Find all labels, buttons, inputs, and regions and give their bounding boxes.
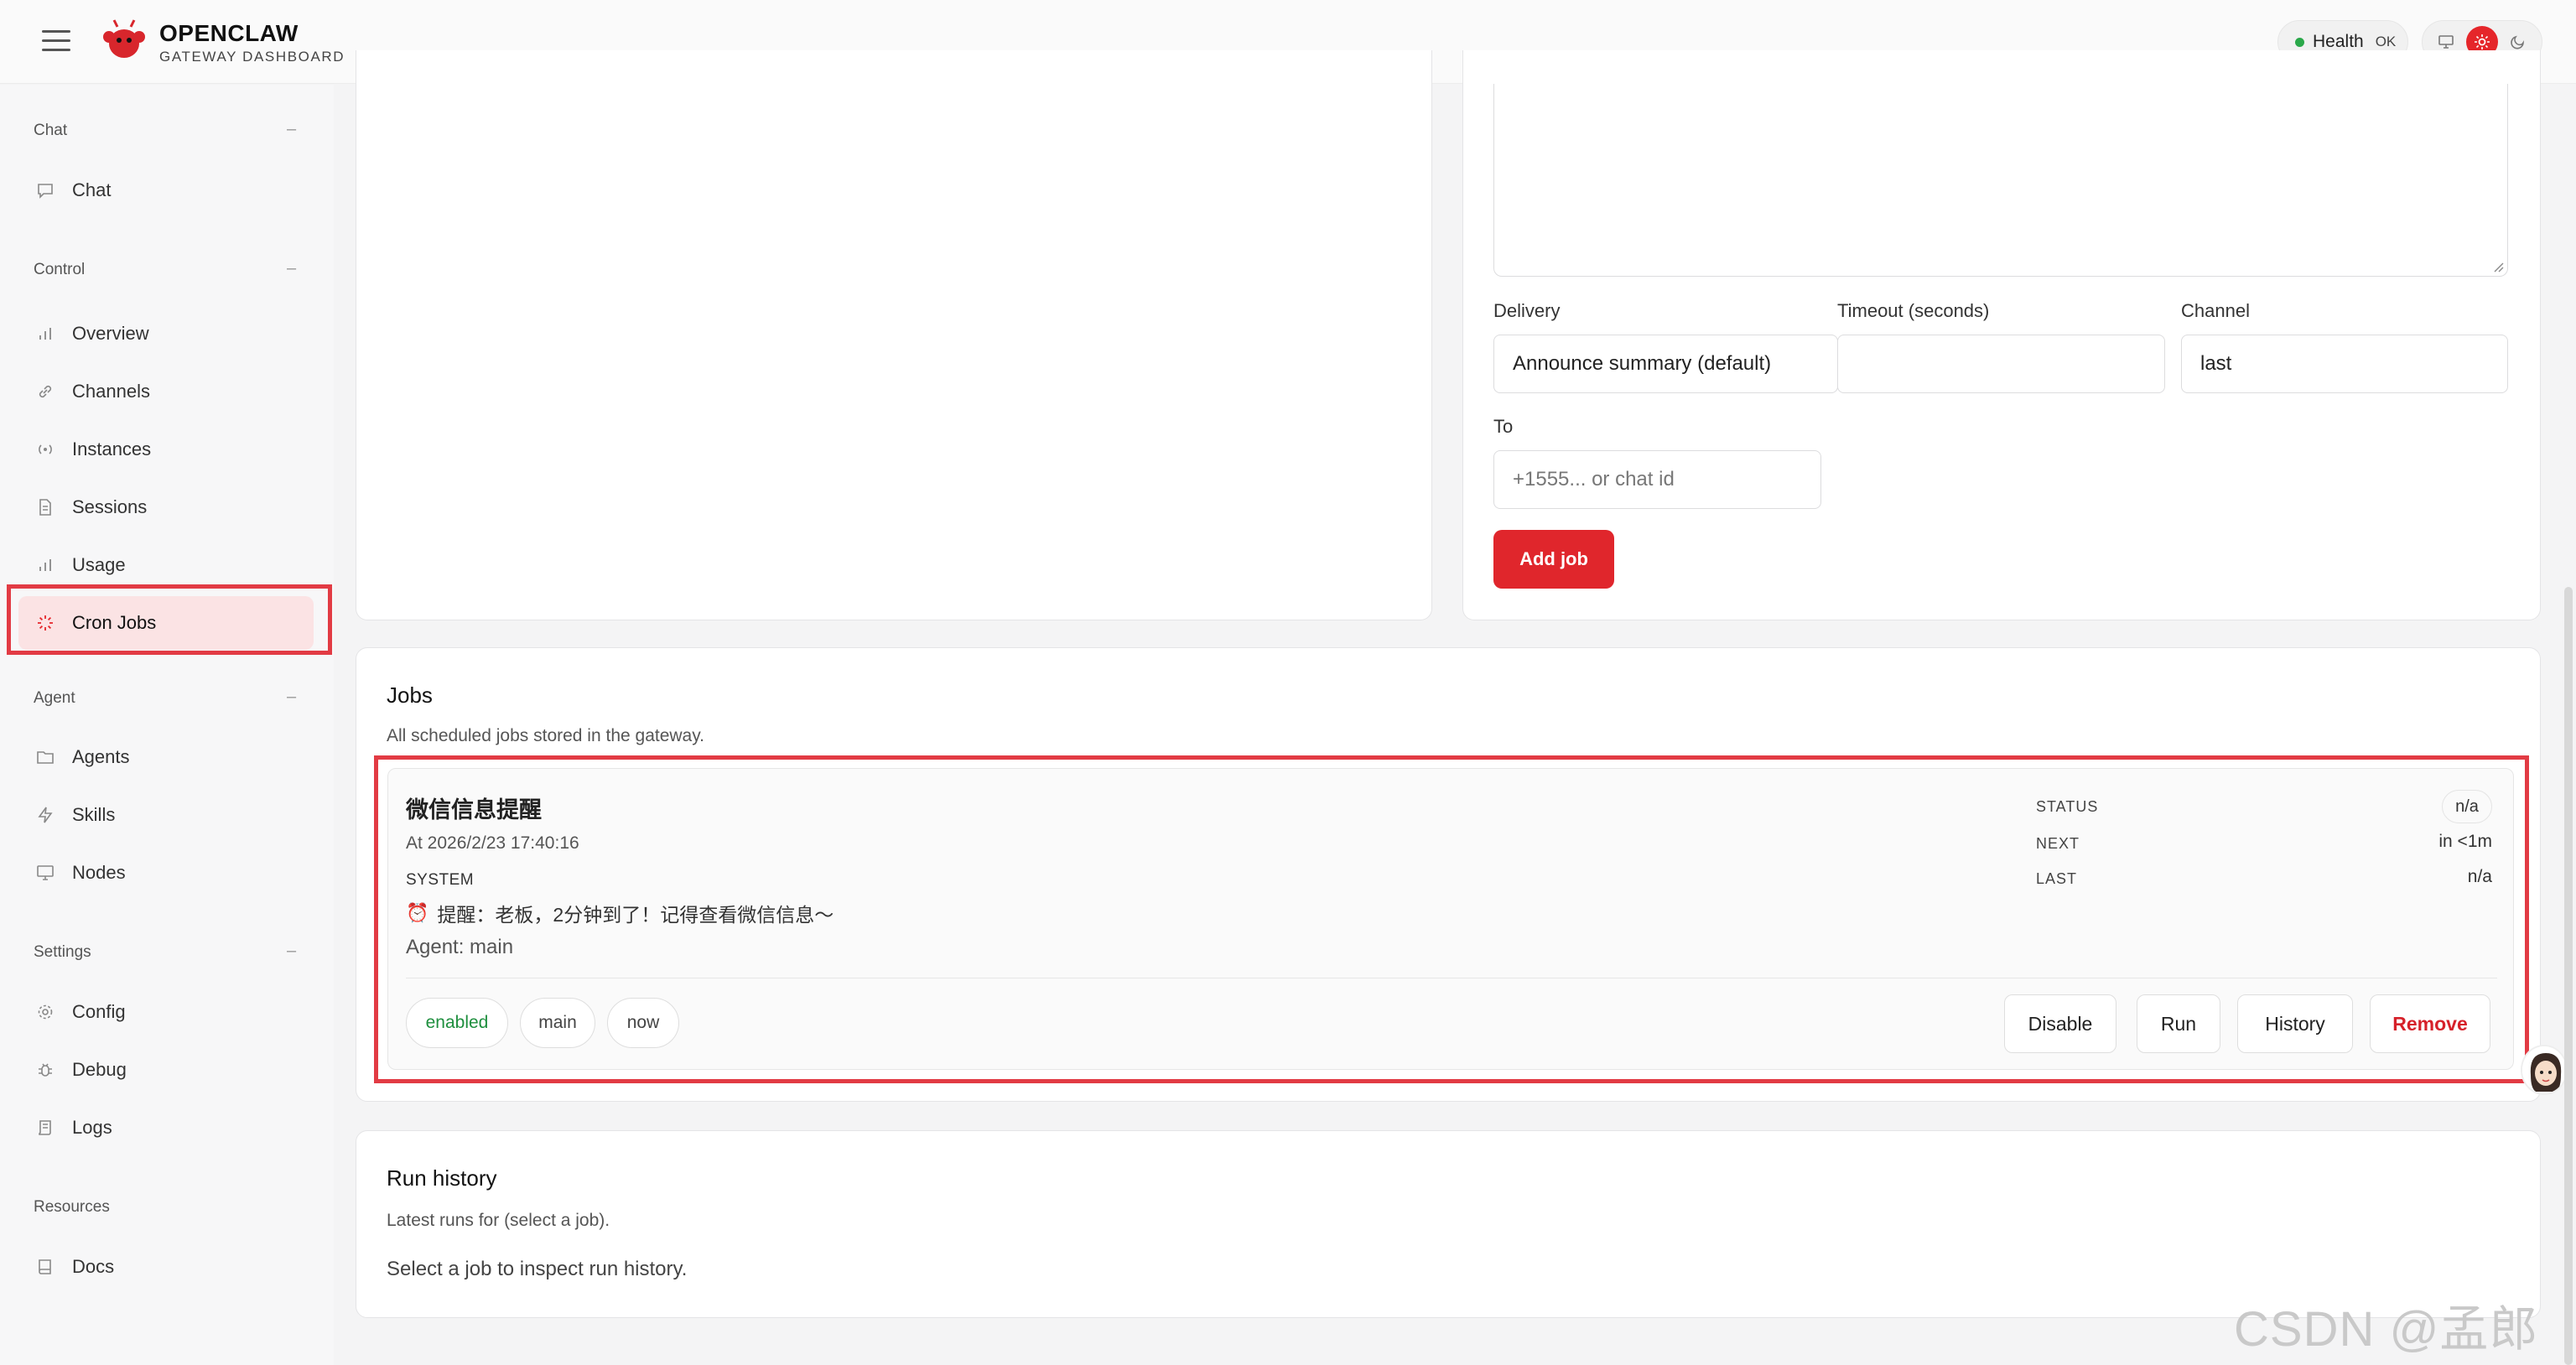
document-icon: [35, 497, 55, 517]
watermark: CSDN @孟郎郎: [2234, 1302, 2539, 1357]
sidebar-item-config[interactable]: Config: [18, 985, 314, 1039]
highlight-outline: [7, 584, 332, 655]
collapse-icon[interactable]: –: [287, 942, 296, 961]
to-input[interactable]: +1555... or chat id: [1493, 450, 1821, 509]
job-agent: Agent: main: [406, 936, 514, 958]
jobs-title: Jobs: [387, 682, 433, 708]
history-button[interactable]: History: [2237, 994, 2353, 1053]
openclaw-logo: [103, 19, 145, 58]
collapse-icon[interactable]: –: [287, 259, 296, 278]
sidebar-item-label: Channels: [72, 381, 150, 402]
job-kind: SYSTEM: [406, 871, 475, 889]
sidebar-item-label: Logs: [72, 1117, 112, 1138]
book-icon: [35, 1257, 55, 1277]
bug-icon: [35, 1060, 55, 1080]
sidebar: Chat – Chat Control – Overview Channels …: [0, 85, 334, 1365]
sidebar-item-logs[interactable]: Logs: [18, 1101, 314, 1155]
remove-button[interactable]: Remove: [2370, 994, 2490, 1053]
sidebar-item-nodes[interactable]: Nodes: [18, 846, 314, 900]
resize-grip-icon[interactable]: [2490, 259, 2504, 272]
chat-bubble-icon: [35, 180, 55, 200]
section-title-chat: Chat: [34, 122, 68, 139]
run-history-card: [356, 1130, 2541, 1318]
channel-input[interactable]: last: [2181, 335, 2508, 393]
sidebar-item-chat[interactable]: Chat: [18, 163, 314, 217]
job-schedule: At 2026/2/23 17:40:16: [406, 833, 579, 853]
bar-chart-icon: [35, 555, 55, 575]
next-value: in <1m: [2438, 832, 2492, 851]
job-message-text: 提醒：老板，2分钟到了！记得查看微信信息～: [437, 904, 834, 926]
to-label: To: [1493, 416, 1514, 437]
job-message: ⏰ 提醒：老板，2分钟到了！记得查看微信信息～: [406, 899, 834, 927]
section-title-agent: Agent: [34, 689, 75, 707]
delivery-select[interactable]: Announce summary (default): [1493, 335, 1838, 393]
status-dot-icon: [2295, 37, 2304, 47]
run-history-title: Run history: [387, 1165, 497, 1191]
run-history-empty: Select a job to inspect run history.: [387, 1258, 688, 1280]
sidebar-item-overview[interactable]: Overview: [18, 307, 314, 361]
run-button[interactable]: Run: [2137, 994, 2220, 1053]
disable-button[interactable]: Disable: [2004, 994, 2116, 1053]
hamburger-menu-icon[interactable]: [42, 30, 70, 54]
timeout-label: Timeout (seconds): [1837, 300, 1990, 321]
sidebar-item-label: Sessions: [72, 496, 148, 517]
sidebar-item-label: Chat: [72, 179, 112, 200]
sidebar-item-label: Skills: [72, 804, 116, 825]
monitor-icon: [35, 863, 55, 883]
health-value: OK: [2375, 34, 2397, 49]
payload-textarea[interactable]: [1493, 84, 2508, 277]
section-title-resources: Resources: [34, 1198, 110, 1216]
job-name: 微信信息提醒: [406, 797, 542, 823]
sidebar-item-agents[interactable]: Agents: [18, 730, 314, 784]
folder-icon: [35, 747, 55, 767]
section-title-settings: Settings: [34, 943, 91, 961]
assistant-avatar[interactable]: [2521, 1045, 2568, 1095]
brand-subtitle: GATEWAY DASHBOARD: [159, 49, 345, 65]
sidebar-item-sessions[interactable]: Sessions: [18, 480, 314, 534]
sidebar-item-label: Docs: [72, 1256, 115, 1277]
sidebar-item-docs[interactable]: Docs: [18, 1240, 314, 1294]
alarm-clock-icon: ⏰: [406, 902, 429, 923]
timeout-input[interactable]: [1837, 335, 2165, 393]
channel-label: Channel: [2181, 300, 2250, 321]
run-history-subtitle: Latest runs for (select a job).: [387, 1211, 610, 1230]
scrollbar[interactable]: [2564, 587, 2573, 1365]
scroll-icon: [35, 1118, 55, 1138]
link-icon: [35, 381, 55, 402]
chip-enabled: enabled: [406, 998, 508, 1048]
sidebar-item-label: Usage: [72, 554, 126, 575]
sidebar-item-debug[interactable]: Debug: [18, 1043, 314, 1097]
gear-icon: [35, 1002, 55, 1022]
section-title-control: Control: [34, 261, 86, 278]
sidebar-item-instances[interactable]: Instances: [18, 423, 314, 476]
last-value: n/a: [2467, 867, 2492, 886]
bar-chart-icon: [35, 324, 55, 344]
last-label: LAST: [2036, 870, 2078, 887]
sidebar-item-label: Instances: [72, 439, 152, 459]
status-badge: n/a: [2442, 790, 2492, 823]
sidebar-item-channels[interactable]: Channels: [18, 365, 314, 418]
lightning-icon: [35, 805, 55, 825]
sidebar-item-label: Config: [72, 1001, 126, 1022]
chip-schedule: now: [607, 998, 679, 1048]
next-label: NEXT: [2036, 835, 2080, 852]
broadcast-icon: [35, 439, 55, 459]
collapse-icon[interactable]: –: [287, 120, 296, 139]
sidebar-item-label: Overview: [72, 323, 149, 344]
sidebar-item-label: Nodes: [72, 862, 126, 883]
jobs-subtitle: All scheduled jobs stored in the gateway…: [387, 726, 705, 745]
sidebar-item-label: Debug: [72, 1059, 127, 1080]
brand-name: OPENCLAW: [159, 20, 299, 46]
sidebar-item-label: Agents: [72, 746, 130, 767]
health-label: Health: [2313, 32, 2364, 51]
chip-agent: main: [520, 998, 595, 1048]
form-card-left: [356, 50, 1432, 620]
add-job-button[interactable]: Add job: [1493, 530, 1614, 589]
sidebar-item-skills[interactable]: Skills: [18, 788, 314, 842]
collapse-icon[interactable]: –: [287, 688, 296, 707]
status-label: STATUS: [2036, 798, 2099, 815]
delivery-label: Delivery: [1493, 300, 1561, 321]
